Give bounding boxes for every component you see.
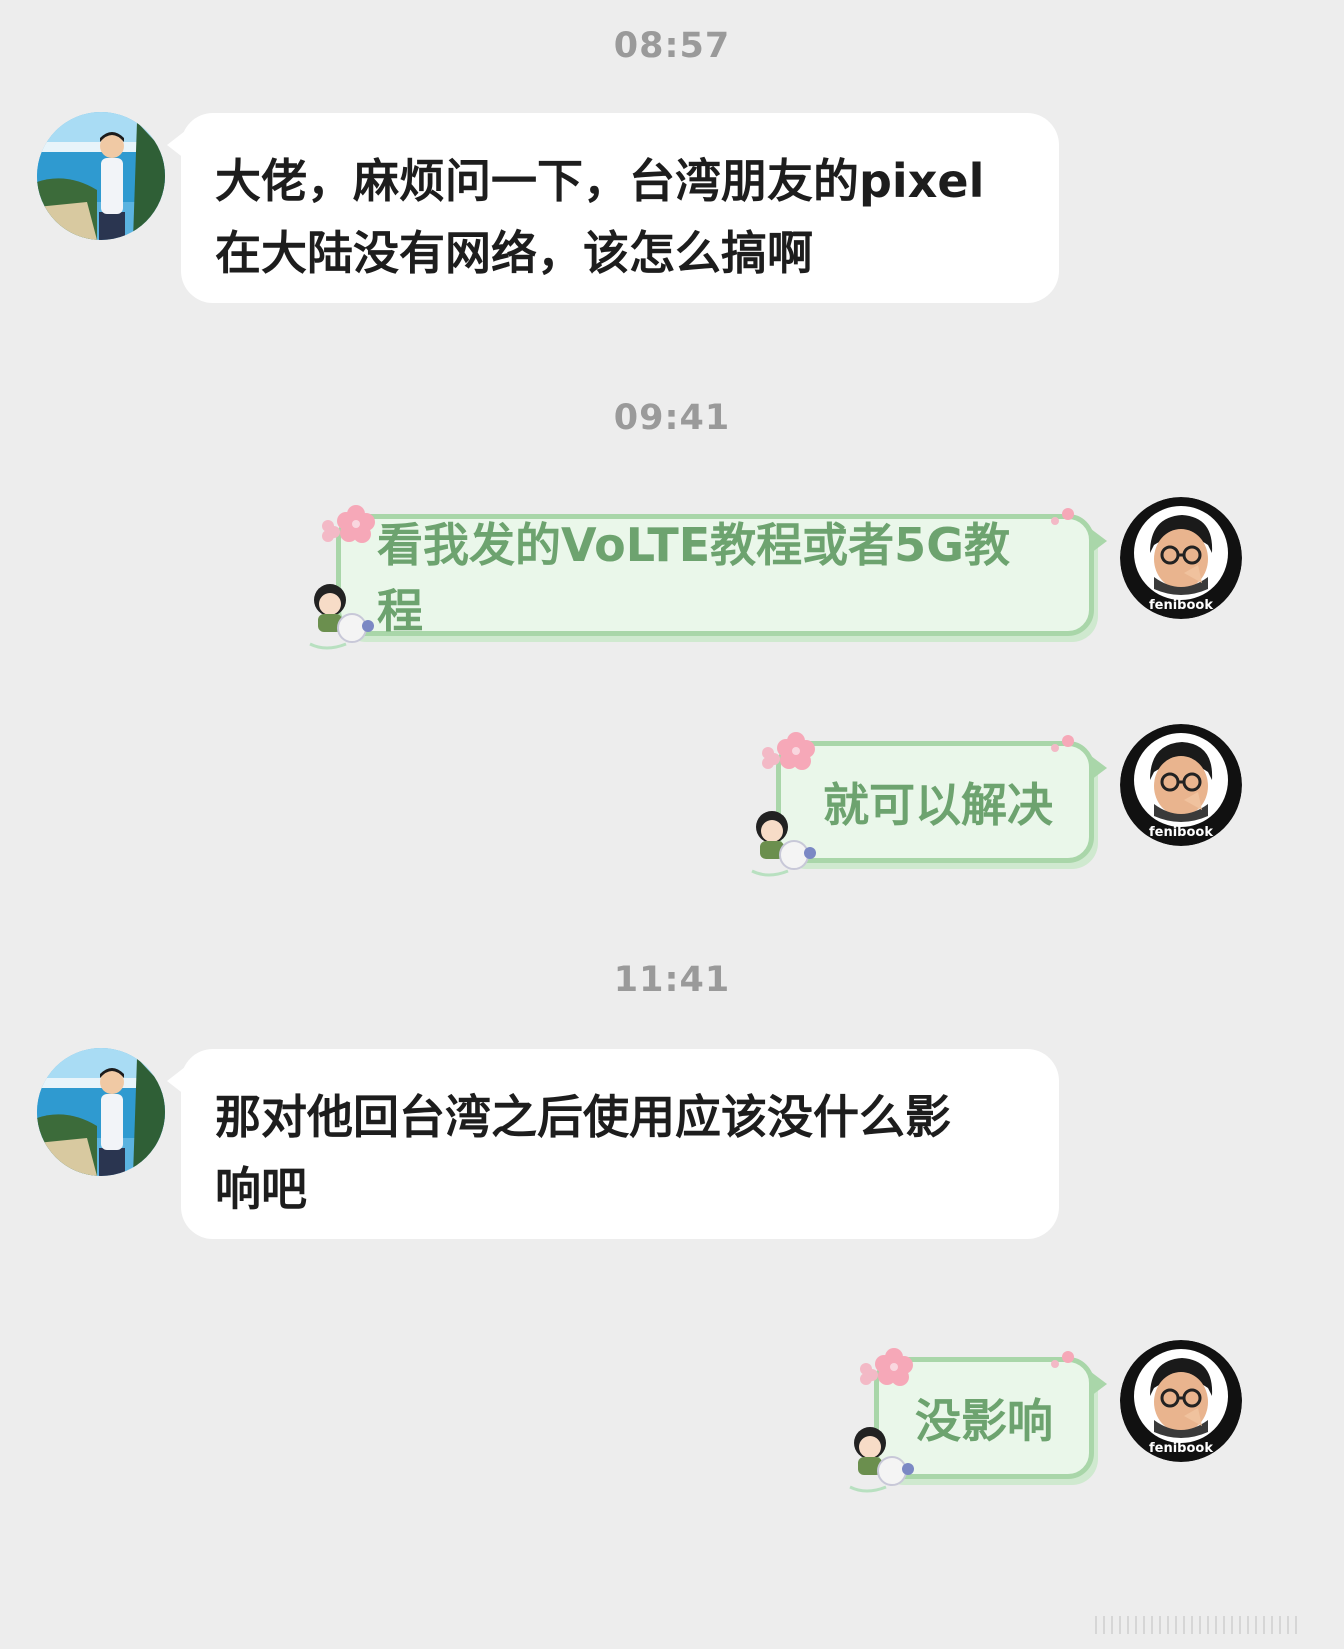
message-text-line: 大佬，麻烦问一下，台湾朋友的pixel bbox=[215, 154, 985, 208]
timestamp: 09:41 bbox=[613, 398, 731, 438]
self-avatar[interactable]: fenibook bbox=[1120, 497, 1242, 619]
sakura-flower-icon bbox=[1051, 735, 1074, 752]
sakura-flower-icon bbox=[1051, 508, 1074, 525]
avatar-glasses-man-icon: fenibook bbox=[1120, 724, 1242, 846]
avatar-glasses-man-icon: fenibook bbox=[1120, 497, 1242, 619]
avatar-seaside-person-icon bbox=[37, 112, 165, 240]
avatar-seaside-person-icon bbox=[37, 1048, 165, 1176]
avatar-label: fenibook bbox=[1149, 1441, 1213, 1456]
message-text: 就可以解决 bbox=[823, 778, 1053, 832]
message-text: 看我发的VoLTE教程或者5G教程 bbox=[377, 518, 1010, 638]
sakura-flower-icon bbox=[1051, 1351, 1074, 1368]
watermark-logo bbox=[1095, 1616, 1297, 1634]
avatar-label: fenibook bbox=[1149, 825, 1213, 840]
chibi-characters-icon bbox=[849, 1427, 914, 1493]
incoming-message-bubble[interactable]: 大佬，麻烦问一下，台湾朋友的pixel 在大陆没有网络，该怎么搞啊 bbox=[167, 113, 1059, 303]
chibi-characters-icon bbox=[309, 584, 374, 650]
avatar-label: fenibook bbox=[1149, 598, 1213, 613]
outgoing-message-bubble[interactable]: 就可以解决 bbox=[776, 741, 1107, 863]
incoming-message-bubble[interactable]: 那对他回台湾之后使用应该没什么影 响吧 bbox=[167, 1049, 1059, 1239]
sakura-flower-icon bbox=[860, 1348, 913, 1386]
self-avatar[interactable]: fenibook bbox=[1120, 1340, 1242, 1462]
contact-avatar[interactable] bbox=[37, 112, 165, 240]
timestamp: 11:41 bbox=[613, 960, 731, 1000]
outgoing-message-bubble[interactable]: 看我发的VoLTE教程或者5G教程 bbox=[336, 514, 1107, 638]
avatar-glasses-man-icon: fenibook bbox=[1120, 1340, 1242, 1462]
timestamp: 08:57 bbox=[613, 26, 731, 66]
sakura-flower-icon bbox=[322, 505, 375, 543]
chibi-characters-icon bbox=[751, 811, 816, 877]
self-avatar[interactable]: fenibook bbox=[1120, 724, 1242, 846]
contact-avatar[interactable] bbox=[37, 1048, 165, 1176]
message-text-line: 响吧 bbox=[215, 1162, 307, 1216]
sakura-flower-icon bbox=[762, 732, 815, 770]
message-text-line: 在大陆没有网络，该怎么搞啊 bbox=[215, 226, 813, 280]
message-text: 没影响 bbox=[915, 1394, 1053, 1448]
message-text-line: 那对他回台湾之后使用应该没什么影 bbox=[215, 1090, 951, 1144]
